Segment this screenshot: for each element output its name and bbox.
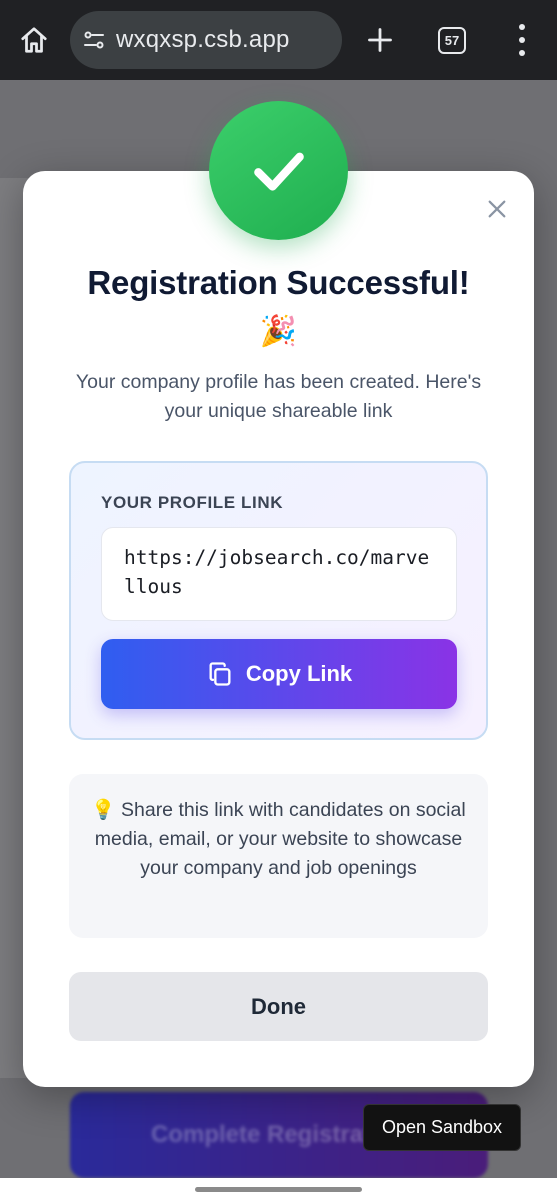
more-vert-icon[interactable]: [508, 24, 536, 56]
open-sandbox-button[interactable]: Open Sandbox: [363, 1104, 521, 1151]
copy-link-button[interactable]: Copy Link: [101, 639, 457, 709]
home-icon: [21, 27, 47, 53]
close-icon: [488, 200, 506, 218]
site-settings-icon[interactable]: [80, 26, 108, 54]
done-button[interactable]: Done: [69, 972, 488, 1041]
url-text[interactable]: wxqxsp.csb.app: [116, 26, 290, 54]
copy-link-label: Copy Link: [245, 661, 353, 686]
new-tab-button[interactable]: [362, 22, 398, 58]
profile-link-label: YOUR PROFILE LINK: [101, 493, 284, 512]
party-emoji: 🎉: [259, 315, 298, 348]
close-button[interactable]: [484, 196, 510, 222]
tip-text: 💡 Share this link with candidates on soc…: [91, 799, 466, 879]
tab-switcher-button[interactable]: 57: [438, 27, 466, 54]
plus-icon: [368, 28, 392, 52]
browser-toolbar: wxqxsp.csb.app 57: [0, 0, 557, 80]
success-check-badge: [209, 101, 348, 240]
home-button[interactable]: [14, 22, 54, 58]
modal-title: Registration Successful!: [87, 264, 470, 301]
checkmark-icon: [253, 152, 304, 191]
address-bar[interactable]: wxqxsp.csb.app: [70, 11, 342, 69]
profile-link-field[interactable]: https://jobsearch.co/marvellous: [101, 527, 457, 621]
copy-icon: [206, 660, 234, 688]
modal-subtitle: Your company profile has been created. H…: [75, 371, 482, 422]
gesture-handle[interactable]: [195, 1187, 362, 1192]
